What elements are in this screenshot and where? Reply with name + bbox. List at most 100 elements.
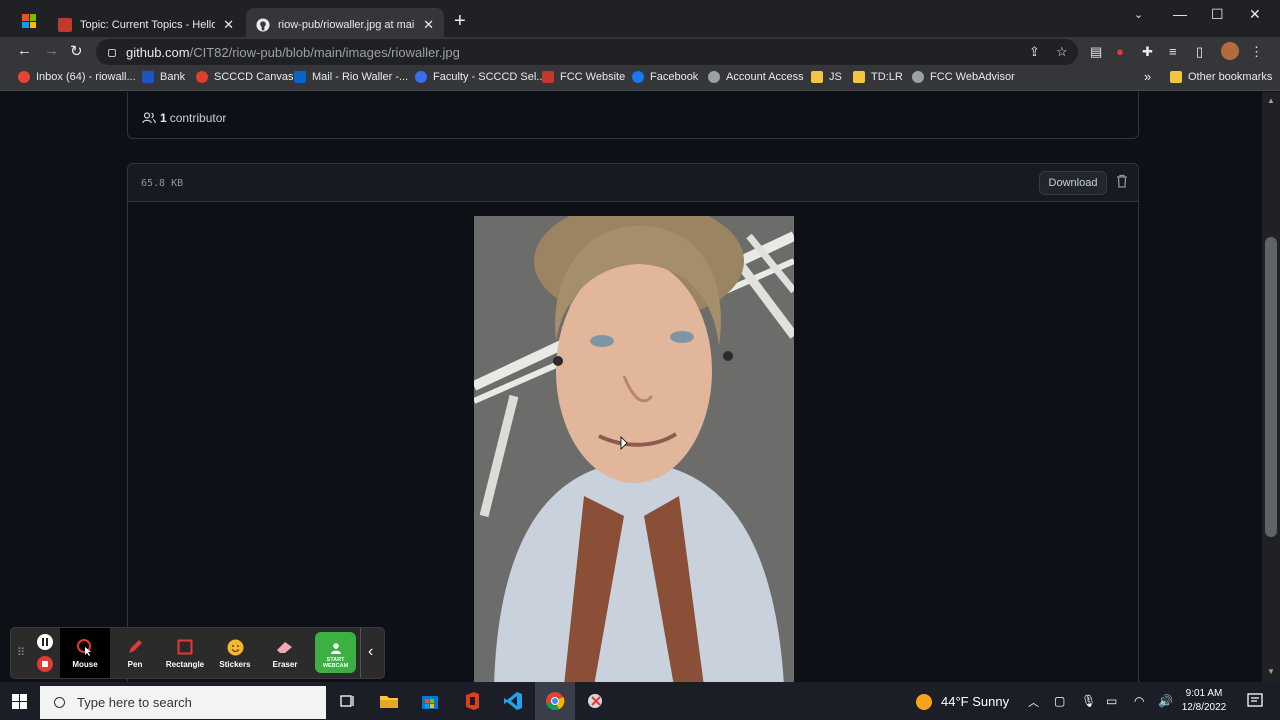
- extension-record-icon[interactable]: ●: [1116, 44, 1124, 59]
- bookmark-label: Facebook: [650, 71, 699, 83]
- lock-icon: [108, 49, 116, 57]
- microsoft-store-icon[interactable]: [420, 691, 440, 711]
- minimize-button[interactable]: —: [1173, 6, 1187, 22]
- tool-rectangle[interactable]: Rectangle: [160, 628, 210, 678]
- bookmark-facebook[interactable]: Facebook: [632, 71, 698, 83]
- taskbar-search-box[interactable]: Type here to search: [40, 686, 326, 719]
- browser-menu-icon[interactable]: ⋮: [1250, 44, 1263, 60]
- extension-print-icon[interactable]: ▤: [1090, 44, 1102, 60]
- bookmarks-bar: Inbox (64) - riowall... Bank SCCCD Canva…: [0, 67, 1280, 91]
- scroll-down-arrow[interactable]: ▼: [1267, 667, 1275, 676]
- bookmark-label: Bank: [160, 71, 186, 83]
- battery-icon[interactable]: ▭: [1106, 694, 1117, 708]
- chrome-taskbar-active[interactable]: [535, 682, 575, 720]
- contributors-label: contributor: [169, 111, 227, 125]
- tab-title: Topic: Current Topics - Hello Wor: [80, 19, 216, 31]
- bookmark-inbox[interactable]: Inbox (64) - riowall...: [18, 71, 136, 83]
- bookmark-scccd-canvas[interactable]: SCCCD Canvas: [196, 71, 293, 83]
- file-header: 65.8 KB Download: [128, 164, 1138, 202]
- bookmark-label: Faculty - SCCCD Sel...: [433, 71, 546, 83]
- scrollbar-thumb[interactable]: [1265, 237, 1277, 537]
- maximize-button[interactable]: ☐: [1211, 6, 1224, 23]
- wifi-icon[interactable]: ◠: [1134, 694, 1144, 708]
- vscode-icon[interactable]: [503, 691, 523, 711]
- profile-photo-image: [474, 216, 794, 682]
- windows-start-icon[interactable]: [12, 694, 27, 709]
- bookmark-folder-tdlr[interactable]: TD:LR: [853, 71, 903, 83]
- globe-icon: [912, 71, 924, 83]
- back-arrow-icon[interactable]: ←: [17, 42, 32, 59]
- taskbar-clock[interactable]: 9:01 AM 12/8/2022: [1180, 687, 1228, 715]
- forward-arrow-icon[interactable]: →: [44, 42, 59, 59]
- tool-pen[interactable]: Pen: [110, 628, 160, 678]
- tab-title: riow-pub/riowaller.jpg at main ·: [278, 19, 416, 31]
- volume-icon[interactable]: 🔊: [1158, 694, 1173, 708]
- folder-icon: [853, 71, 865, 83]
- drag-handle-icon[interactable]: ⠿: [17, 646, 25, 659]
- close-tab-icon[interactable]: ✕: [223, 17, 234, 33]
- microphone-icon[interactable]: 🎙: [1081, 694, 1096, 708]
- bookmark-faculty[interactable]: Faculty - SCCCD Sel...: [415, 71, 545, 83]
- task-view-icon[interactable]: [337, 691, 357, 711]
- bookmark-label: Inbox (64) - riowall...: [36, 71, 136, 83]
- tool-mouse[interactable]: Mouse: [60, 628, 110, 678]
- extensions-puzzle-icon[interactable]: ✚: [1142, 44, 1153, 60]
- snipping-tool-icon[interactable]: [586, 691, 606, 711]
- share-icon[interactable]: ⇪: [1029, 44, 1040, 60]
- bookmark-fcc-website[interactable]: FCC Website: [542, 71, 625, 83]
- scroll-up-arrow[interactable]: ▲: [1267, 96, 1275, 105]
- tool-label: Pen: [127, 660, 143, 669]
- page-scrollbar[interactable]: ▲ ▼: [1262, 92, 1280, 682]
- media-queue-icon[interactable]: ≡: [1169, 44, 1177, 59]
- bookmark-folder-js[interactable]: JS: [811, 71, 842, 83]
- webcam-label-line2: WEBCAM: [322, 663, 349, 669]
- browser-tab-strip: Topic: Current Topics - Hello Wor ✕ riow…: [0, 0, 1280, 42]
- search-placeholder: Type here to search: [77, 695, 192, 710]
- tab-search-icon[interactable]: ⌄: [1134, 8, 1143, 21]
- url-host: github.com: [126, 44, 190, 60]
- windows-menu-icon[interactable]: [22, 14, 36, 28]
- fcc-icon: [542, 71, 554, 83]
- contributors-link[interactable]: 1 contributor: [142, 111, 226, 125]
- start-webcam-button[interactable]: START WEBCAM: [315, 632, 356, 673]
- collapse-chevron-icon[interactable]: ‹: [368, 643, 373, 661]
- file-explorer-icon[interactable]: [379, 691, 399, 711]
- weather-text[interactable]: 44°F Sunny: [941, 694, 1009, 709]
- toolbar-divider: [360, 628, 361, 678]
- new-tab-button[interactable]: +: [454, 10, 466, 33]
- close-tab-icon[interactable]: ✕: [423, 17, 434, 33]
- notifications-icon[interactable]: [1245, 691, 1265, 711]
- bookmark-label: FCC WebAdvisor: [930, 71, 1015, 83]
- weather-sun-icon: [916, 694, 932, 710]
- trash-icon[interactable]: [1116, 174, 1128, 188]
- stop-button[interactable]: [37, 656, 53, 672]
- pause-button[interactable]: [37, 634, 53, 650]
- faculty-icon: [415, 71, 427, 83]
- bookmark-label: Account Access: [726, 71, 804, 83]
- bookmark-fcc-webadvisor[interactable]: FCC WebAdvisor: [912, 71, 1015, 83]
- tool-stickers[interactable]: Stickers: [210, 628, 260, 678]
- address-bar[interactable]: github.com/CIT82/riow-pub/blob/main/imag…: [96, 39, 1078, 65]
- webcam-icon: [330, 643, 341, 654]
- globe-icon: [708, 71, 720, 83]
- tool-label: Eraser: [272, 660, 298, 669]
- profile-avatar[interactable]: [1221, 42, 1239, 60]
- folder-icon: [811, 71, 823, 83]
- more-bookmarks-chevron[interactable]: »: [1144, 69, 1151, 84]
- tool-eraser[interactable]: Eraser: [260, 628, 310, 678]
- close-window-button[interactable]: ✕: [1249, 6, 1261, 23]
- bookmark-bank[interactable]: Bank: [142, 71, 185, 83]
- office-icon[interactable]: [462, 691, 482, 711]
- side-panel-icon[interactable]: ▯: [1196, 44, 1203, 60]
- eraser-icon: [276, 638, 294, 656]
- tray-chevron-icon[interactable]: ︿: [1028, 694, 1039, 710]
- other-bookmarks-folder[interactable]: Other bookmarks: [1170, 71, 1272, 83]
- download-button[interactable]: Download: [1039, 171, 1107, 195]
- outlook-icon: [294, 71, 306, 83]
- mouse-cursor-icon: [76, 638, 94, 656]
- bookmark-mail[interactable]: Mail - Rio Waller -...: [294, 71, 408, 83]
- bookmark-account-access[interactable]: Account Access: [708, 71, 804, 83]
- reload-icon[interactable]: ↻: [70, 42, 83, 60]
- meet-now-icon[interactable]: ▢: [1054, 694, 1065, 708]
- bookmark-star-icon[interactable]: ☆: [1056, 44, 1068, 60]
